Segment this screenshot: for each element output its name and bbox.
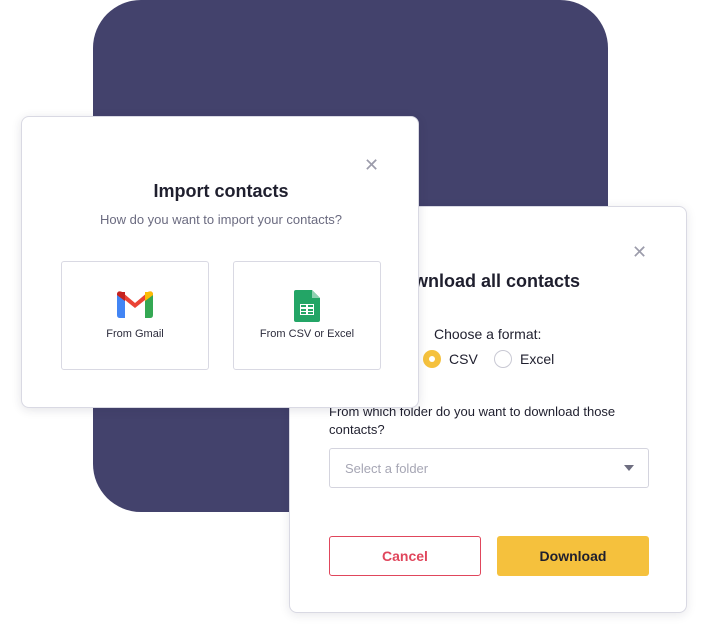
folder-select[interactable]: Select a folder: [329, 448, 649, 488]
close-icon[interactable]: ✕: [632, 243, 647, 261]
radio-selected-icon[interactable]: [423, 350, 441, 368]
download-button[interactable]: Download: [497, 536, 649, 576]
format-option-label: CSV: [449, 351, 478, 367]
import-modal-subtitle: How do you want to import your contacts?: [99, 212, 343, 227]
folder-question: From which folder do you want to downloa…: [329, 404, 616, 437]
cancel-button[interactable]: Cancel: [329, 536, 481, 576]
close-icon[interactable]: ✕: [364, 156, 379, 174]
format-option-label: Excel: [520, 351, 555, 367]
import-from-csv-card[interactable]: From CSV or Excel: [233, 261, 381, 370]
import-from-gmail-card[interactable]: From Gmail: [61, 261, 209, 370]
card-label: From Gmail: [106, 328, 164, 340]
folder-select-placeholder: Select a folder: [345, 460, 429, 476]
radio-unselected-icon[interactable]: [494, 350, 512, 368]
card-label: From CSV or Excel: [259, 328, 355, 340]
chevron-down-icon: [624, 465, 634, 471]
spreadsheet-icon: [294, 290, 320, 327]
import-contacts-modal: ✕ Import contacts How do you want to imp…: [21, 116, 419, 408]
format-option-excel[interactable]: Excel: [494, 350, 554, 368]
import-modal-title: Import contacts: [153, 181, 289, 201]
gmail-icon: [117, 290, 153, 323]
format-label: Choose a format:: [434, 326, 542, 342]
format-option-csv[interactable]: CSV: [423, 350, 478, 368]
